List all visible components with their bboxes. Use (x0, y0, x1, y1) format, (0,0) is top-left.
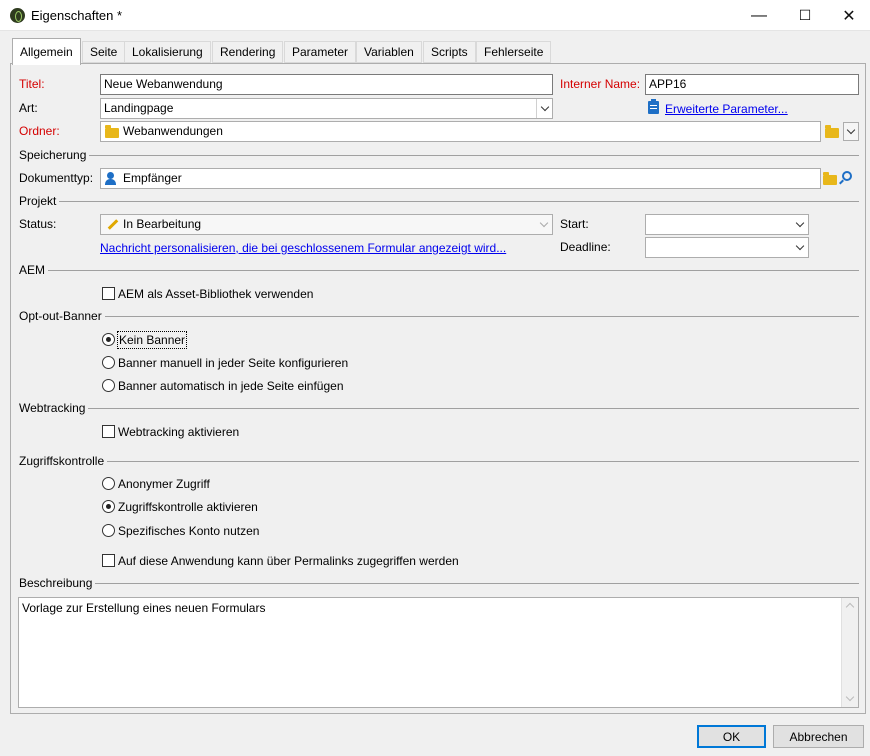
internal-name-label: Interner Name: (560, 77, 641, 91)
minimize-button[interactable]: — (736, 0, 782, 31)
tab-lokalisierung[interactable]: Lokalisierung (124, 41, 211, 63)
description-scrollbar[interactable] (841, 598, 858, 707)
section-divider (20, 201, 859, 202)
deadline-select[interactable] (645, 237, 809, 258)
ok-button[interactable]: OK (697, 725, 766, 748)
no-banner-radio[interactable] (102, 333, 115, 346)
chevron-down-icon[interactable] (845, 692, 855, 702)
tab-rendering[interactable]: Rendering (212, 41, 284, 63)
tab-parameter[interactable]: Parameter (284, 41, 357, 63)
window-title: Eigenschaften * (31, 8, 123, 23)
chevron-down-icon[interactable] (536, 215, 552, 234)
anonymous-access-label: Anonymer Zugriff (118, 477, 210, 491)
tab-fehlerseite[interactable]: Fehlerseite (476, 41, 552, 63)
anonymous-access-radio[interactable] (102, 477, 115, 490)
internal-name-input[interactable]: APP16 (645, 74, 859, 95)
description-textarea[interactable]: Vorlage zur Erstellung eines neuen Formu… (18, 597, 859, 708)
type-label: Art: (19, 101, 38, 115)
clipboard-icon (648, 99, 659, 114)
aem-section-title: AEM (19, 263, 49, 277)
section-divider (20, 155, 859, 156)
chevron-down-icon[interactable] (792, 238, 808, 257)
deadline-label: Deadline: (560, 240, 611, 254)
advanced-params-link[interactable]: Erweiterte Parameter... (665, 102, 788, 116)
access-control-label: Zugriffskontrolle aktivieren (118, 500, 258, 514)
title-input[interactable]: Neue Webanwendung (100, 74, 553, 95)
description-text: Vorlage zur Erstellung eines neuen Formu… (22, 601, 266, 615)
auto-banner-label: Banner automatisch in jede Seite einfüge… (118, 379, 344, 393)
type-select-value: Landingpage (104, 101, 174, 115)
title-bar: Eigenschaften * — ☐ ✕ (0, 0, 870, 31)
storage-section-title: Speicherung (19, 148, 90, 162)
aem-asset-library-label: AEM als Asset-Bibliothek verwenden (118, 287, 314, 301)
access-control-radio[interactable] (102, 500, 115, 513)
auto-banner-radio[interactable] (102, 379, 115, 392)
doctype-label: Dokumenttyp: (19, 171, 94, 185)
doctype-value: Empfänger (123, 171, 182, 185)
type-select[interactable]: Landingpage (100, 98, 553, 119)
section-divider (20, 461, 859, 462)
no-banner-label: Kein Banner (117, 331, 188, 349)
cancel-button[interactable]: Abbrechen (773, 725, 864, 748)
access-section-title: Zugriffskontrolle (19, 454, 108, 468)
status-label: Status: (19, 217, 57, 231)
webtracking-section-title: Webtracking (19, 401, 89, 415)
section-divider (20, 316, 859, 317)
specific-account-label: Spezifisches Konto nutzen (118, 524, 260, 538)
title-label: Titel: (19, 77, 45, 91)
status-select-value: In Bearbeitung (123, 217, 202, 231)
description-section-title: Beschreibung (19, 576, 96, 590)
section-divider (20, 270, 859, 271)
optout-section-title: Opt-out-Banner (19, 309, 105, 323)
start-date-select[interactable] (645, 214, 809, 235)
folder-label: Ordner: (19, 124, 60, 138)
doctype-input[interactable]: Empfänger (100, 168, 821, 189)
manual-banner-label: Banner manuell in jeder Seite konfigurie… (118, 356, 349, 370)
folder-value: Webanwendungen (123, 124, 223, 138)
doctype-browse-icon[interactable] (823, 172, 837, 185)
webtracking-label: Webtracking aktivieren (118, 425, 240, 439)
folder-icon (105, 125, 119, 138)
folder-dropdown-button[interactable] (843, 122, 859, 141)
permalink-checkbox[interactable] (102, 554, 115, 567)
app-icon (10, 8, 25, 23)
section-divider (20, 408, 859, 409)
manual-banner-radio[interactable] (102, 356, 115, 369)
chevron-up-icon[interactable] (845, 602, 855, 612)
chevron-down-icon (846, 125, 856, 135)
pencil-icon (107, 219, 119, 230)
search-icon[interactable] (839, 171, 852, 185)
permalink-label: Auf diese Anwendung kann über Permalinks… (118, 554, 459, 568)
folder-input[interactable]: Webanwendungen (100, 121, 821, 142)
close-button[interactable]: ✕ (826, 0, 870, 31)
tab-allgemein[interactable]: Allgemein (12, 38, 81, 65)
tab-seite[interactable]: Seite (82, 41, 126, 63)
webtracking-checkbox[interactable] (102, 425, 115, 438)
person-icon (107, 172, 114, 179)
status-select[interactable]: In Bearbeitung (100, 214, 553, 235)
section-divider (20, 583, 859, 584)
aem-asset-library-checkbox[interactable] (102, 287, 115, 300)
tab-scripts[interactable]: Scripts (423, 41, 476, 63)
maximize-button[interactable]: ☐ (782, 0, 828, 31)
folder-browse-icon[interactable] (825, 125, 839, 138)
specific-account-radio[interactable] (102, 524, 115, 537)
chevron-down-icon[interactable] (792, 215, 808, 234)
start-label: Start: (560, 217, 589, 231)
chevron-down-icon[interactable] (536, 99, 552, 118)
personalize-message-link[interactable]: Nachricht personalisieren, die bei gesch… (100, 241, 506, 255)
project-section-title: Projekt (19, 194, 60, 208)
tab-variablen[interactable]: Variablen (356, 41, 422, 63)
